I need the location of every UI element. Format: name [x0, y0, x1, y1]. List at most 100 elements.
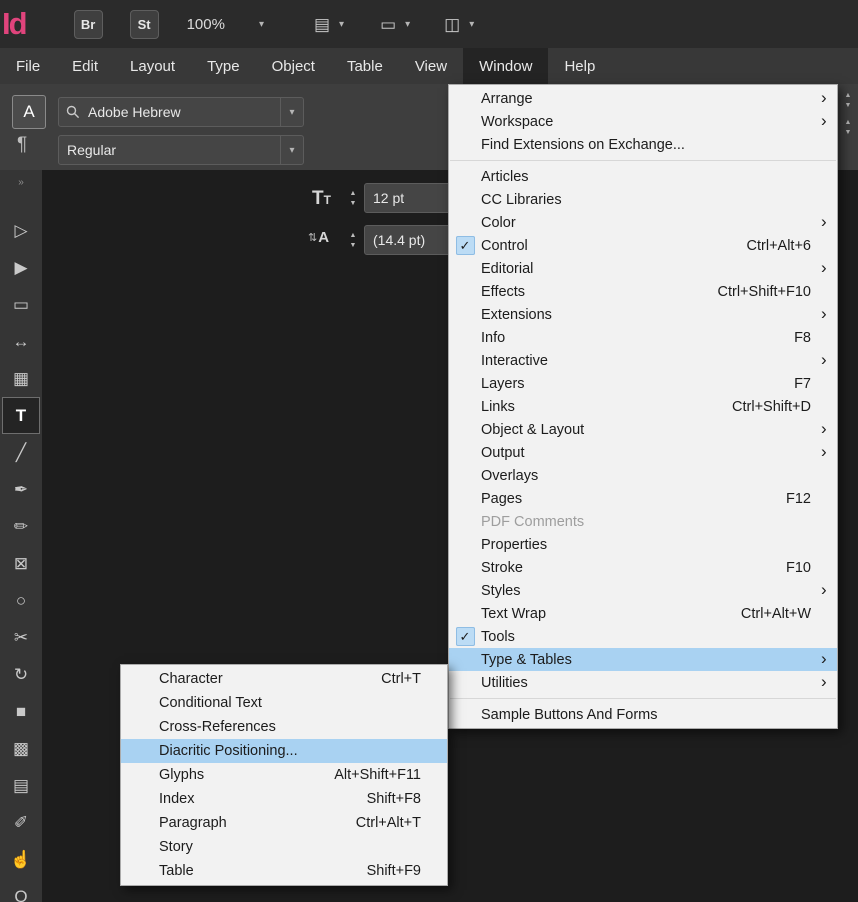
font-family-combo[interactable]: Adobe Hebrew ▾	[58, 97, 304, 127]
window-menu-item-styles[interactable]: Styles	[449, 579, 837, 602]
type-tables-item-character[interactable]: Character Ctrl+T	[121, 667, 447, 691]
menu-item-shortcut: F7	[794, 375, 811, 392]
mini-stepper[interactable]: ▲ ▼	[845, 119, 852, 136]
direct-selection-tool[interactable]: ▶	[2, 249, 40, 286]
menubar-item-table[interactable]: Table	[331, 48, 399, 84]
checkmark-icon	[456, 190, 475, 209]
menu-item-gutter	[449, 673, 481, 692]
pencil-tool[interactable]: ✏	[2, 508, 40, 545]
window-menu-item-workspace[interactable]: Workspace	[449, 110, 837, 133]
window-menu-item-articles[interactable]: Articles	[449, 165, 837, 188]
window-menu-item-properties[interactable]: Properties	[449, 533, 837, 556]
view-options-control[interactable]: ▤ ▾	[314, 16, 344, 33]
window-menu-item-stroke[interactable]: Stroke F10	[449, 556, 837, 579]
character-formatting-toggle[interactable]: A	[12, 95, 46, 129]
window-menu-item-type-tables[interactable]: Type & Tables	[449, 648, 837, 671]
tool-icon: ⊠	[13, 554, 29, 573]
hand-tool[interactable]: ☝	[2, 841, 40, 878]
type-tables-item-paragraph[interactable]: Paragraph Ctrl+Alt+T	[121, 811, 447, 835]
menubar-item-file[interactable]: File	[0, 48, 56, 84]
type-tables-item-story[interactable]: Story	[121, 835, 447, 859]
type-tables-item-diacritic-positioning[interactable]: Diacritic Positioning...	[121, 739, 447, 763]
arrange-documents-control[interactable]: ◫ ▾	[444, 16, 474, 33]
line-tool[interactable]: ╱	[2, 434, 40, 471]
menu-item-gutter	[121, 718, 159, 737]
window-menu-item-pdf-comments[interactable]: PDF Comments	[449, 510, 837, 533]
menu-item-gutter	[121, 838, 159, 857]
type-tables-item-glyphs[interactable]: Glyphs Alt+Shift+F11	[121, 763, 447, 787]
selection-tool[interactable]: ▷	[2, 212, 40, 249]
type-tables-item-index[interactable]: Index Shift+F8	[121, 787, 447, 811]
gradient-feather-tool[interactable]: ▩	[2, 730, 40, 767]
window-menu-item-text-wrap[interactable]: Text Wrap Ctrl+Alt+W	[449, 602, 837, 625]
window-menu-item-output[interactable]: Output	[449, 441, 837, 464]
menubar-item-view[interactable]: View	[399, 48, 463, 84]
gap-tool[interactable]: ↔	[2, 323, 40, 360]
stepper-down-icon[interactable]: ▼	[350, 242, 357, 249]
leading-stepper[interactable]: ▲ ▼	[346, 225, 360, 255]
menubar-item-object[interactable]: Object	[256, 48, 331, 84]
window-menu-item-pages[interactable]: Pages F12	[449, 487, 837, 510]
pen-tool[interactable]: ✒	[2, 471, 40, 508]
menu-item-gutter	[449, 535, 481, 554]
bridge-badge[interactable]: Br	[73, 9, 103, 39]
stepper-down-icon[interactable]: ▼	[350, 200, 357, 207]
window-menu-item-sample-buttons-and-forms[interactable]: Sample Buttons And Forms	[449, 703, 837, 726]
menu-item-label: Articles	[481, 168, 529, 185]
chevron-down-icon[interactable]: ▾	[280, 98, 303, 126]
content-collector-tool[interactable]: ▦	[2, 360, 40, 397]
window-menu-item-control[interactable]: Control Ctrl+Alt+6	[449, 234, 837, 257]
menubar-item-window[interactable]: Window	[463, 48, 549, 84]
window-menu-item-find-extensions-on-exchange[interactable]: Find Extensions on Exchange...	[449, 133, 837, 156]
window-menu-item-utilities[interactable]: Utilities	[449, 671, 837, 694]
chevron-down-icon[interactable]: ▾	[280, 136, 303, 164]
window-menu-item-separator	[449, 694, 837, 703]
page-tool[interactable]: ▭	[2, 286, 40, 323]
window-menu-item-cc-libraries[interactable]: CC Libraries	[449, 188, 837, 211]
window-menu-item-effects[interactable]: Effects Ctrl+Shift+F10	[449, 280, 837, 303]
window-menu-item-extensions[interactable]: Extensions	[449, 303, 837, 326]
window-menu-item-arrange[interactable]: Arrange	[449, 87, 837, 110]
tool-icon: ↻	[13, 665, 29, 684]
window-menu-item-tools[interactable]: Tools	[449, 625, 837, 648]
scissors-tool[interactable]: ✂	[2, 619, 40, 656]
window-menu-item-editorial[interactable]: Editorial	[449, 257, 837, 280]
type-tables-item-cross-references[interactable]: Cross-References	[121, 715, 447, 739]
window-menu-item-overlays[interactable]: Overlays	[449, 464, 837, 487]
panel-toggle[interactable]: »	[2, 170, 40, 196]
ellipse-tool[interactable]: ○	[2, 582, 40, 619]
free-transform-tool[interactable]: ↻	[2, 656, 40, 693]
stock-badge[interactable]: St	[129, 9, 159, 39]
paragraph-formatting-toggle[interactable]: ¶	[17, 134, 27, 156]
type-tool[interactable]: T	[2, 397, 40, 434]
window-menu-item-info[interactable]: Info F8	[449, 326, 837, 349]
rectangle-frame-tool[interactable]: ⊠	[2, 545, 40, 582]
type-tables-item-table[interactable]: Table Shift+F9	[121, 859, 447, 883]
stepper-down-icon[interactable]: ▼	[845, 102, 852, 109]
eyedropper-tool[interactable]: ✐	[2, 804, 40, 841]
font-style-combo[interactable]: Regular ▾	[58, 135, 304, 165]
window-menu-item-links[interactable]: Links Ctrl+Shift+D	[449, 395, 837, 418]
window-menu-item-layers[interactable]: Layers F7	[449, 372, 837, 395]
stepper-up-icon[interactable]: ▲	[350, 190, 357, 197]
menubar-item-edit[interactable]: Edit	[56, 48, 114, 84]
zoom-tool[interactable]: Q	[2, 878, 40, 902]
stepper-down-icon[interactable]: ▼	[845, 129, 852, 136]
menubar-item-type[interactable]: Type	[191, 48, 256, 84]
window-menu-item-object-layout[interactable]: Object & Layout	[449, 418, 837, 441]
stepper-up-icon[interactable]: ▲	[350, 232, 357, 239]
window-menu-item-interactive[interactable]: Interactive	[449, 349, 837, 372]
stepper-up-icon[interactable]: ▲	[845, 119, 852, 126]
mini-stepper[interactable]: ▲ ▼	[845, 92, 852, 109]
font-size-stepper[interactable]: ▲ ▼	[346, 183, 360, 213]
screen-mode-control[interactable]: ▭ ▾	[380, 16, 410, 33]
stepper-up-icon[interactable]: ▲	[845, 92, 852, 99]
zoom-level-control[interactable]: 100% ▾	[187, 16, 264, 33]
note-tool[interactable]: ▤	[2, 767, 40, 804]
menubar-item-help[interactable]: Help	[548, 48, 611, 84]
type-tables-item-conditional-text[interactable]: Conditional Text	[121, 691, 447, 715]
window-menu-item-color[interactable]: Color	[449, 211, 837, 234]
gradient-swatch-tool[interactable]: ■	[2, 693, 40, 730]
menu-item-gutter	[449, 705, 481, 724]
menubar-item-layout[interactable]: Layout	[114, 48, 191, 84]
